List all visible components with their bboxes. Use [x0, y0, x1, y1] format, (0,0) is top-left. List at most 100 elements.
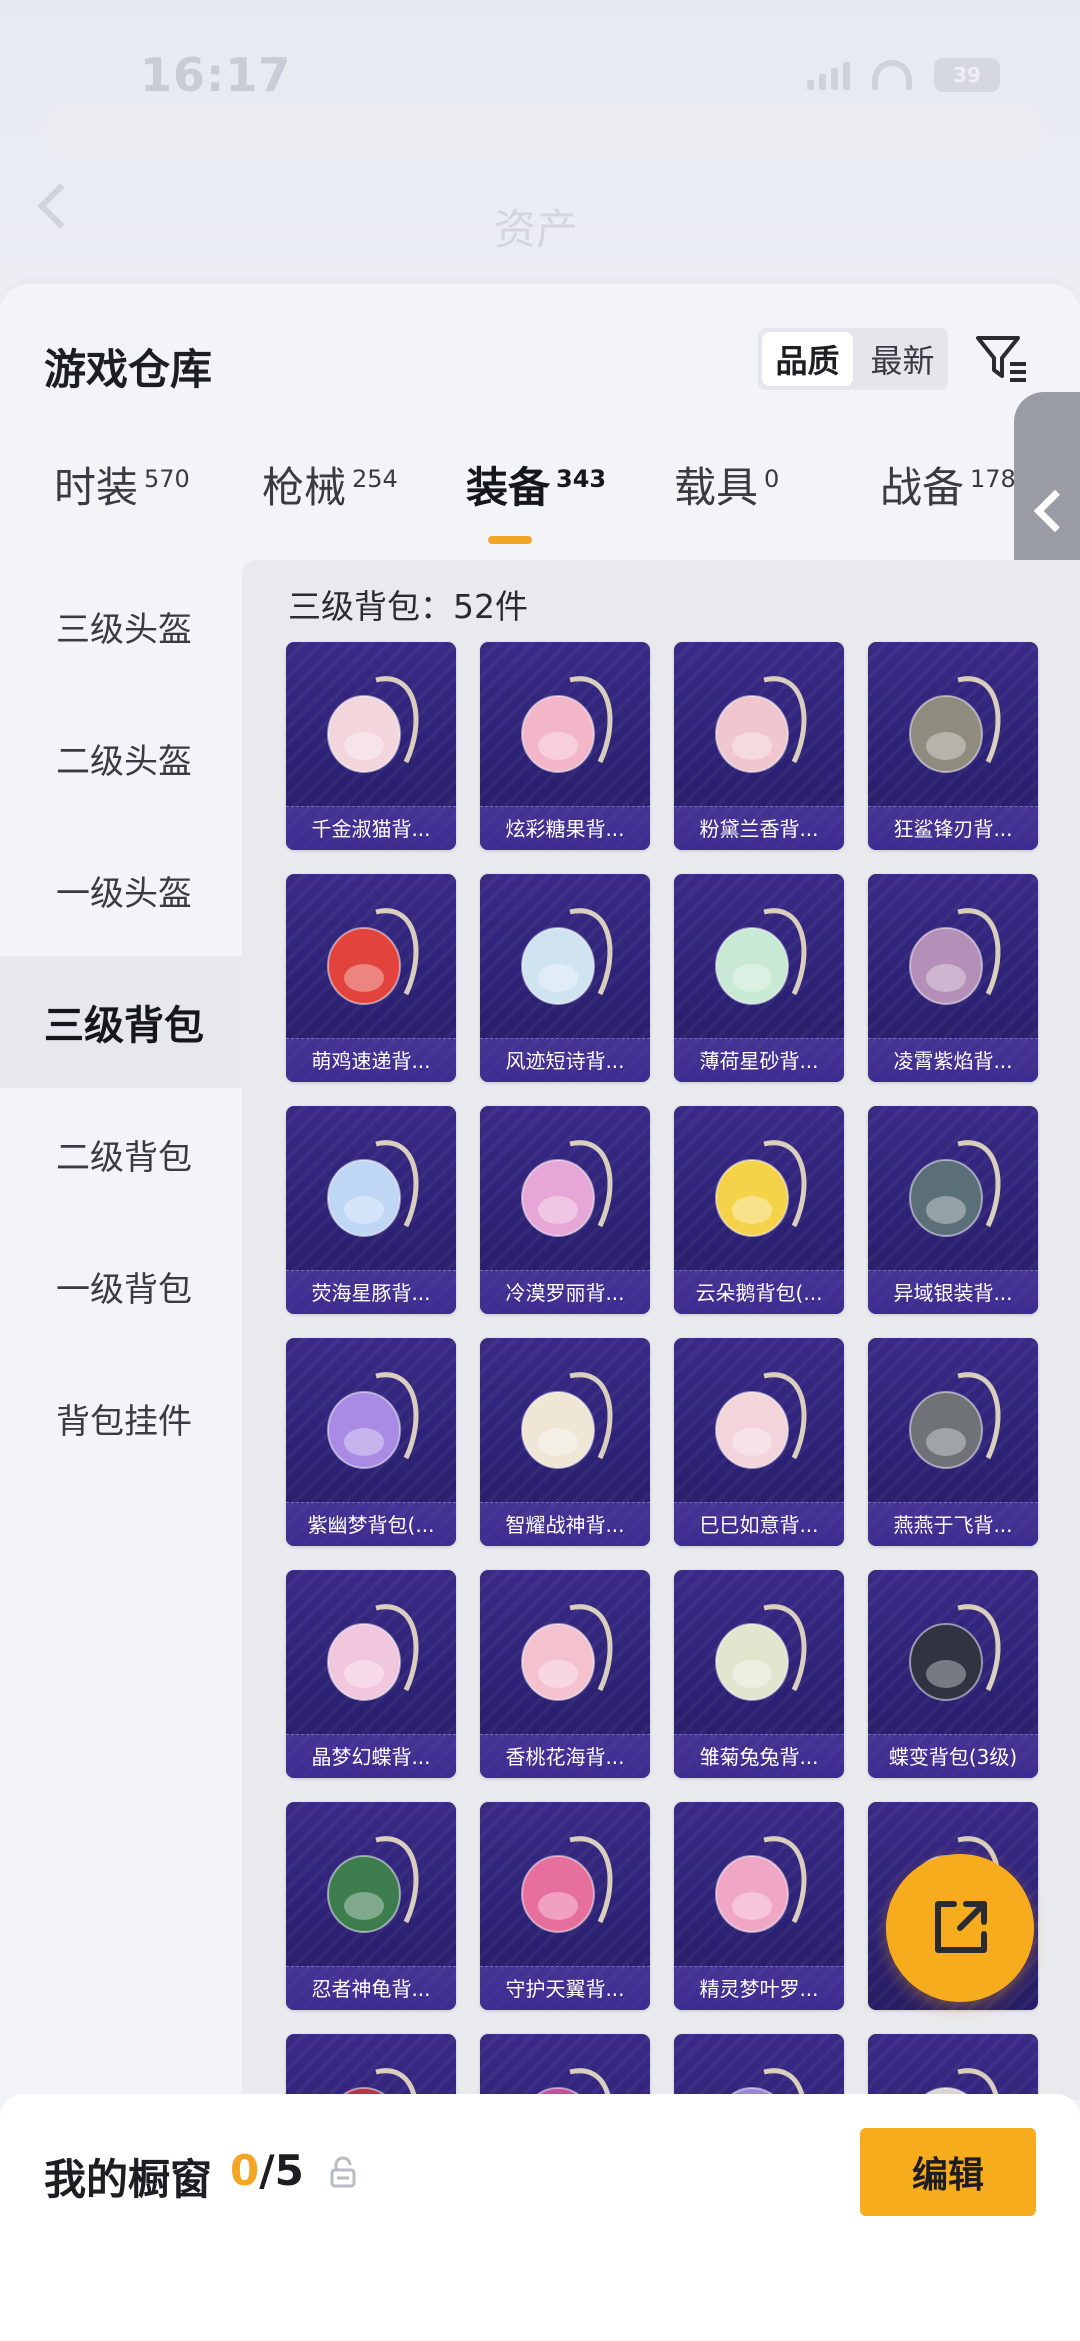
wifi-icon	[872, 60, 912, 90]
item-card[interactable]: 凌霄紫焰背...	[868, 874, 1038, 1082]
backpack-icon	[715, 1372, 807, 1469]
item-name: 云朵鹅背包(...	[674, 1270, 844, 1314]
backpack-icon	[909, 1604, 1001, 1701]
item-card[interactable]	[868, 2034, 1038, 2100]
backpack-icon	[909, 1140, 1001, 1237]
tab-combat-gear[interactable]: 战备 178	[880, 454, 1016, 515]
showcase-current: 0	[230, 2146, 260, 2195]
tab-vehicles[interactable]: 载具 0	[674, 454, 779, 515]
item-card[interactable]: 巳巳如意背...	[674, 1338, 844, 1546]
page-title: 资产	[494, 205, 579, 254]
backpack-icon	[521, 1836, 613, 1933]
backpack-icon	[521, 676, 613, 773]
category-item[interactable]: 二级背包	[0, 1088, 242, 1220]
tab-count: 343	[556, 465, 607, 493]
category-item[interactable]: 三级头盔	[0, 560, 242, 692]
item-name: 紫幽梦背包(...	[286, 1502, 456, 1546]
item-name: 智耀战神背...	[480, 1502, 650, 1546]
filter-icon[interactable]	[974, 330, 1030, 386]
item-card[interactable]: 狂鲨锋刃背...	[868, 642, 1038, 850]
backpack-icon	[521, 1604, 613, 1701]
item-card[interactable]: 千金淑猫背...	[286, 642, 456, 850]
item-card[interactable]: 炫彩糖果背...	[480, 642, 650, 850]
backpack-icon	[327, 676, 419, 773]
item-card[interactable]: 雏菊兔兔背...	[674, 1570, 844, 1778]
showcase-total: /5	[259, 2146, 304, 2195]
item-card[interactable]: 智耀战神背...	[480, 1338, 650, 1546]
tab-fashion[interactable]: 时装 570	[54, 454, 190, 515]
backpack-icon	[327, 1604, 419, 1701]
lock-icon	[330, 2156, 356, 2188]
backpack-icon	[715, 1140, 807, 1237]
sort-newest-button[interactable]: 最新	[857, 328, 948, 390]
item-name: 巳巳如意背...	[674, 1502, 844, 1546]
showcase-label: 我的橱窗	[44, 2155, 213, 2204]
item-name: 粉黛兰香背...	[674, 806, 844, 850]
item-card[interactable]: 萌鸡速递背...	[286, 874, 456, 1082]
battery-icon: 39	[934, 58, 1000, 92]
tab-count: 178	[970, 465, 1016, 493]
tab-label: 装备	[466, 463, 551, 512]
backpack-icon	[715, 908, 807, 1005]
tab-label: 载具	[674, 463, 759, 512]
item-name: 冷漠罗丽背...	[480, 1270, 650, 1314]
chevron-left-icon[interactable]	[37, 183, 83, 229]
category-item[interactable]: 一级头盔	[0, 824, 242, 956]
backpack-icon	[530, 2068, 612, 2100]
item-name: 狂鲨锋刃背...	[868, 806, 1038, 850]
tab-label: 时装	[54, 463, 139, 512]
category-tabs: 时装 570 枪械 254 装备 343 载具 0 战备 178	[0, 454, 1080, 554]
signal-icon	[807, 60, 850, 90]
item-card[interactable]: 粉黛兰香背...	[674, 642, 844, 850]
backpack-icon	[918, 2068, 1000, 2100]
category-item[interactable]: 一级背包	[0, 1220, 242, 1352]
item-card[interactable]: 异域银装背...	[868, 1106, 1038, 1314]
item-name: 凌霄紫焰背...	[868, 1038, 1038, 1082]
edit-button[interactable]: 编辑	[860, 2128, 1036, 2216]
sort-quality-button[interactable]: 品质	[762, 332, 853, 386]
item-card[interactable]: 燕燕于飞背...	[868, 1338, 1038, 1546]
backpack-icon	[715, 676, 807, 773]
item-card[interactable]: 守护天翼背...	[480, 1802, 650, 2010]
tab-guns[interactable]: 枪械 254	[262, 454, 398, 515]
backpack-icon	[521, 1372, 613, 1469]
share-button[interactable]	[886, 1854, 1034, 2002]
item-card[interactable]: 荧海星豚背...	[286, 1106, 456, 1314]
backpack-icon	[327, 1140, 419, 1237]
showcase-count: 0/5	[230, 2146, 304, 2195]
sheet-title: 游戏仓库	[44, 345, 213, 394]
item-name: 风迹短诗背...	[480, 1038, 650, 1082]
sort-toggle: 品质 最新	[758, 328, 948, 390]
item-card[interactable]: 精灵梦叶罗...	[674, 1802, 844, 2010]
tab-count: 0	[764, 465, 780, 493]
item-card[interactable]: 晶梦幻蝶背...	[286, 1570, 456, 1778]
backpack-icon	[715, 1836, 807, 1933]
top-backdrop: 16:17 39 资产	[0, 0, 1080, 290]
item-card[interactable]	[286, 2034, 456, 2100]
item-card[interactable]	[480, 2034, 650, 2100]
tab-label: 枪械	[262, 463, 347, 512]
item-card[interactable]: 蝶变背包(3级)	[868, 1570, 1038, 1778]
category-item[interactable]: 背包挂件	[0, 1352, 242, 1484]
backpack-icon	[909, 908, 1001, 1005]
item-card[interactable]: 风迹短诗背...	[480, 874, 650, 1082]
backpack-icon	[327, 1836, 419, 1933]
backpack-icon	[521, 1140, 613, 1237]
showcase-bar: 我的橱窗 0/5 编辑	[0, 2094, 1080, 2341]
item-card[interactable]: 云朵鹅背包(...	[674, 1106, 844, 1314]
category-item[interactable]: 二级头盔	[0, 692, 242, 824]
backpack-icon	[336, 2068, 418, 2100]
backpack-icon	[521, 908, 613, 1005]
item-name: 荧海星豚背...	[286, 1270, 456, 1314]
item-card[interactable]: 冷漠罗丽背...	[480, 1106, 650, 1314]
item-card[interactable]: 紫幽梦背包(...	[286, 1338, 456, 1546]
tab-equipment[interactable]: 装备 343	[466, 454, 606, 515]
category-item-active[interactable]: 三级背包	[0, 956, 242, 1088]
item-name: 忍者神龟背...	[286, 1966, 456, 2010]
item-card[interactable]: 忍者神龟背...	[286, 1802, 456, 2010]
item-card[interactable]: 薄荷星砂背...	[674, 874, 844, 1082]
status-icons: 39	[807, 58, 1000, 92]
item-card[interactable]: 香桃花海背...	[480, 1570, 650, 1778]
header-blur	[44, 100, 1044, 160]
item-card[interactable]	[674, 2034, 844, 2100]
